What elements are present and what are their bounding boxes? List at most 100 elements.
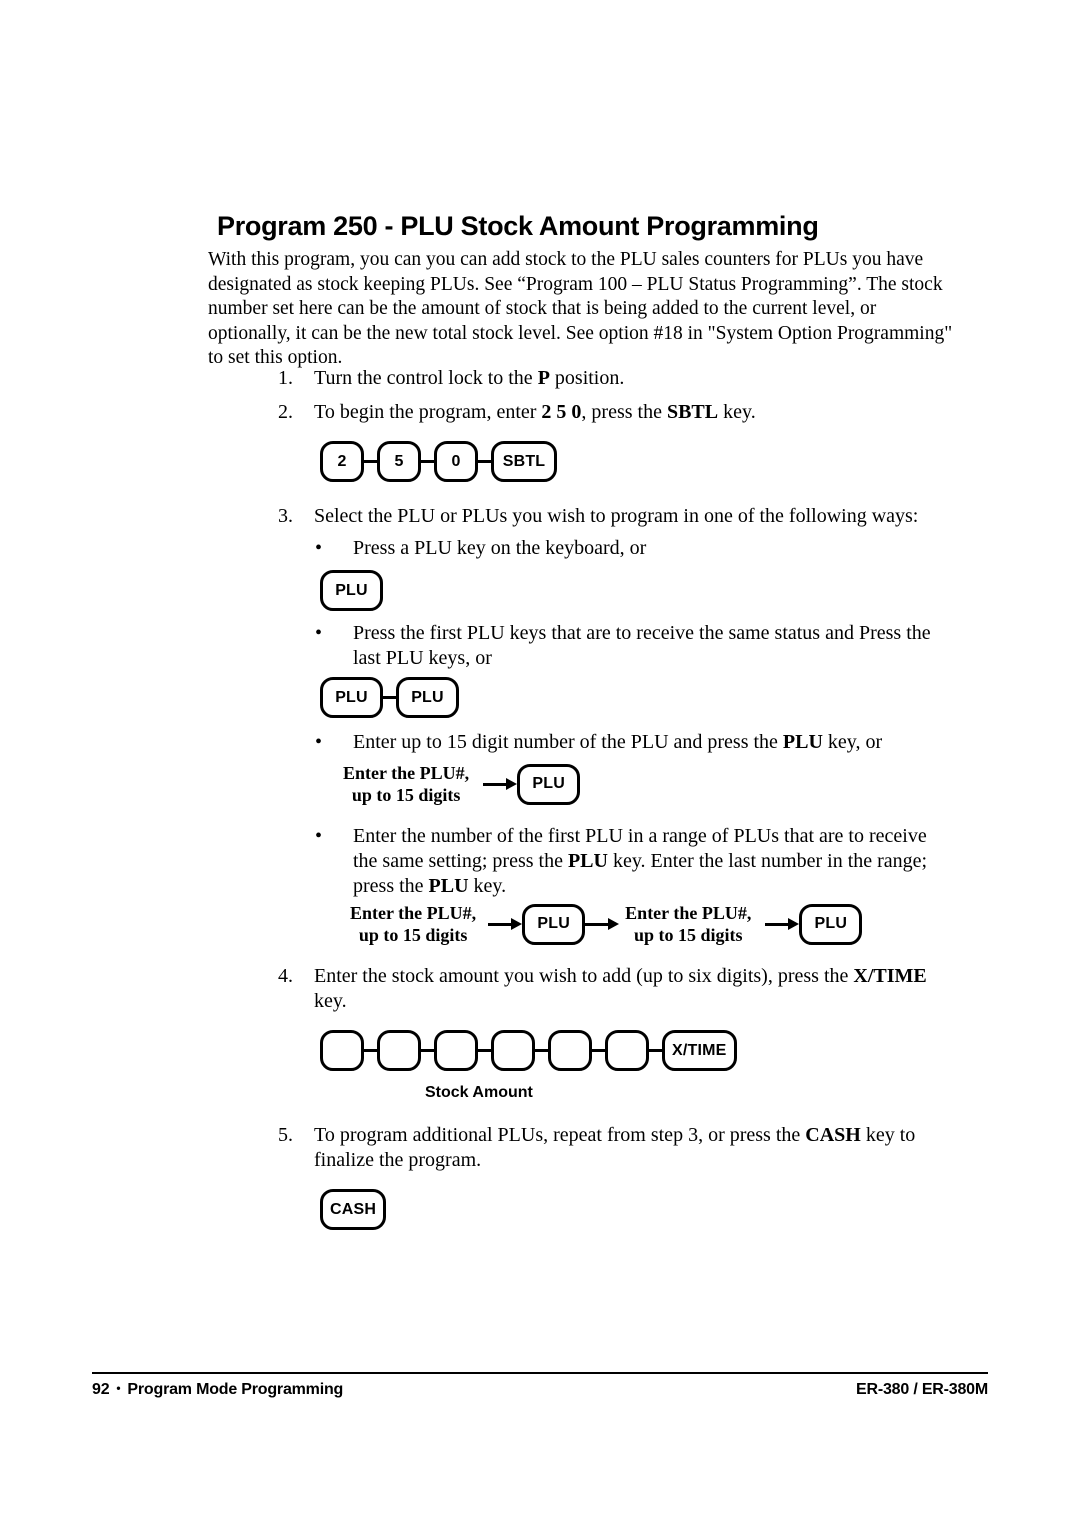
arrow-right-icon (488, 918, 523, 930)
key-5[interactable]: 5 (377, 441, 421, 482)
step-3-number: 3. (278, 505, 293, 527)
key-connector (649, 1049, 662, 1052)
key-plu-first[interactable]: PLU (522, 903, 586, 945)
key-connector (478, 460, 491, 463)
step-5-bold: CASH (805, 1124, 861, 1146)
arrow-right-icon (585, 918, 620, 930)
step-1-text-after: position. (549, 367, 625, 389)
key-2[interactable]: 2 (320, 441, 364, 482)
step-1-text: Turn the control lock to the P position. (314, 366, 978, 391)
bullet-press-first-last-plu: • Press the first PLU keys that are to r… (315, 621, 945, 671)
footer-page-number: 92 (92, 1381, 110, 1398)
intro-paragraph: With this program, you can you can add s… (208, 249, 953, 369)
key-blank-digit[interactable] (548, 1030, 592, 1071)
key-connector (421, 1049, 434, 1052)
footer-separator-icon: • (116, 1381, 121, 1395)
bullet-4-bold-1: PLU (567, 850, 608, 872)
step-2-text-before: To begin the program, enter (314, 401, 542, 423)
step-2-number: 2. (278, 401, 293, 423)
key-plu-last[interactable]: PLU (799, 903, 863, 945)
bullet-marker-icon: • (315, 622, 323, 644)
step-2-text: To begin the program, enter 2 5 0, press… (314, 400, 978, 425)
keysequence-single-plu: PLU (320, 570, 383, 611)
key-xtime[interactable]: X/TIME (662, 1030, 737, 1071)
step-2: 2. To begin the program, enter 2 5 0, pr… (278, 400, 978, 425)
plu-number-entry-label-line2: up to 15 digits (351, 785, 461, 805)
step-2-bold-key: SBTL (666, 401, 719, 423)
step-2-bold-code: 2 5 0 (541, 401, 582, 423)
plu-number-entry-label: Enter the PLU#, up to 15 digits (343, 762, 469, 806)
step-5-text: To program additional PLUs, repeat from … (314, 1123, 928, 1173)
step-1: 1. Turn the control lock to the P positi… (278, 366, 978, 391)
key-connector (383, 696, 396, 699)
key-blank-digit[interactable] (605, 1030, 649, 1071)
plu-range-label-last-line2: up to 15 digits (633, 925, 743, 945)
key-sbtl[interactable]: SBTL (491, 441, 557, 482)
bullet-marker-icon: • (315, 537, 323, 559)
step-5-number: 5. (278, 1124, 293, 1146)
plu-range-label-last: Enter the PLU#, up to 15 digits (625, 902, 751, 946)
plu-range-label-last-line1: Enter the PLU#, (625, 903, 752, 923)
arrow-head (608, 918, 620, 930)
key-plu[interactable]: PLU (320, 570, 383, 611)
arrow-head (788, 918, 800, 930)
bullet-3-text-after: key, or (822, 731, 883, 753)
key-blank-digit[interactable] (377, 1030, 421, 1071)
bullet-4-text-after: key. (468, 875, 507, 897)
arrow-right-icon (483, 778, 518, 790)
stock-amount-caption: Stock Amount (425, 1084, 533, 1101)
arrow-head (506, 778, 518, 790)
key-connector (535, 1049, 548, 1052)
key-blank-digit[interactable] (434, 1030, 478, 1071)
bullet-enter-plu-number: • Enter up to 15 digit number of the PLU… (315, 730, 975, 755)
document-page: Program 250 - PLU Stock Amount Programmi… (0, 0, 1080, 1528)
arrow-head (511, 918, 523, 930)
keysequence-250-sbtl: 2 5 0 SBTL (320, 441, 557, 482)
bullet-2-text: Press the first PLU keys that are to rec… (353, 622, 931, 669)
bullet-enter-plu-range: • Enter the number of the first PLU in a… (315, 824, 955, 899)
footer-model: ER-380 / ER-380M (856, 1381, 988, 1398)
key-connector (364, 460, 377, 463)
key-blank-digit[interactable] (320, 1030, 364, 1071)
plu-number-entry-label-line1: Enter the PLU#, (343, 763, 470, 783)
key-plu[interactable]: PLU (517, 763, 581, 805)
key-connector (421, 460, 434, 463)
step-3-text: Select the PLU or PLUs you wish to progr… (314, 505, 919, 527)
key-cash[interactable]: CASH (320, 1189, 387, 1230)
diagram-stock-amount-entry: X/TIME (320, 1030, 737, 1071)
bullet-3-text: Enter up to 15 digit number of the PLU a… (353, 730, 975, 755)
step-4-text-before: Enter the stock amount you wish to add (… (314, 965, 854, 987)
arrow-right-icon (765, 918, 800, 930)
step-4-bold: X/TIME (853, 965, 927, 987)
step-5: 5. To program additional PLUs, repeat fr… (278, 1123, 928, 1173)
key-0[interactable]: 0 (434, 441, 478, 482)
diagram-plu-range-entry: Enter the PLU#, up to 15 digits PLU Ente… (350, 902, 863, 946)
diagram-plu-number-entry: Enter the PLU#, up to 15 digits PLU (343, 762, 581, 806)
bullet-4-bold-2: PLU (428, 875, 469, 897)
bullet-marker-icon: • (315, 825, 323, 847)
step-4-text-after: key. (314, 990, 347, 1012)
page-title: Program 250 - PLU Stock Amount Programmi… (217, 211, 819, 241)
step-4-text: Enter the stock amount you wish to add (… (314, 964, 938, 1014)
step-2-text-after: key. (718, 401, 756, 423)
bullet-3-text-before: Enter up to 15 digit number of the PLU a… (353, 731, 783, 753)
step-1-number: 1. (278, 367, 293, 389)
key-blank-digit[interactable] (491, 1030, 535, 1071)
footer-divider (92, 1372, 988, 1374)
key-connector (592, 1049, 605, 1052)
step-1-bold: P (537, 367, 550, 389)
keysequence-double-plu: PLU PLU (320, 677, 459, 718)
key-plu-first[interactable]: PLU (320, 677, 383, 718)
key-plu-last[interactable]: PLU (396, 677, 459, 718)
step-2-text-mid: , press the (581, 401, 667, 423)
bullet-4-text: Enter the number of the first PLU in a r… (353, 824, 955, 899)
footer-section-title: Program Mode Programming (127, 1381, 344, 1398)
plu-range-label-first: Enter the PLU#, up to 15 digits (350, 902, 476, 946)
key-connector (364, 1049, 377, 1052)
step-5-text-before: To program additional PLUs, repeat from … (314, 1124, 806, 1146)
step-1-text-before: Turn the control lock to the (314, 367, 538, 389)
step-3: 3. Select the PLU or PLUs you wish to pr… (278, 504, 978, 529)
key-connector (478, 1049, 491, 1052)
bullet-3-bold: PLU (782, 731, 823, 753)
plu-range-label-first-line2: up to 15 digits (358, 925, 468, 945)
